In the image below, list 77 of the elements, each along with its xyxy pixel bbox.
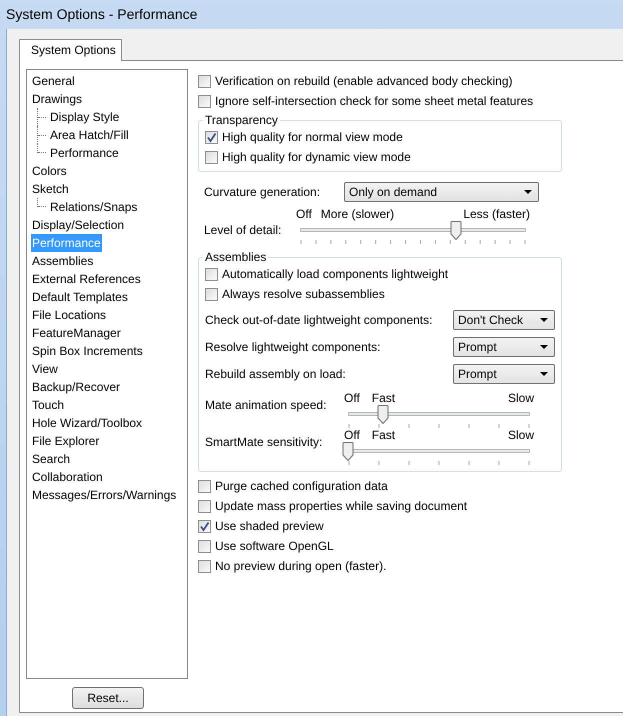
scale-label: Off (344, 391, 360, 405)
tree-item[interactable]: View (31, 360, 59, 378)
slider-thumb[interactable] (377, 405, 388, 424)
tree-item[interactable]: Messages/Errors/Warnings (31, 486, 178, 504)
field-label: Level of detail: (204, 222, 282, 239)
checkbox[interactable] (205, 268, 218, 280)
tree-item[interactable]: Search (31, 450, 72, 468)
scale-label: Fast (372, 391, 396, 405)
scale-label: Off (344, 428, 360, 442)
scale-label: Slow (508, 428, 534, 442)
caret-icon (540, 372, 548, 376)
checkbox-label[interactable]: Purge cached configuration data (215, 477, 388, 495)
tree-item[interactable]: Default Templates (31, 288, 129, 306)
checkbox-label[interactable]: Always resolve subassemblies (222, 285, 385, 303)
tree-item[interactable]: External References (31, 270, 142, 288)
tree-item[interactable]: Display Style (49, 108, 120, 126)
tree-item[interactable]: Assemblies (31, 252, 94, 270)
reset-button[interactable]: Reset... (72, 687, 144, 709)
checkbox[interactable] (198, 500, 211, 512)
tree-item[interactable]: Hole Wizard/Toolbox (31, 414, 144, 432)
checkbox-label[interactable]: Verification on rebuild (enable advanced body checking) (215, 72, 513, 90)
checkbox-label[interactable]: Ignore self-intersection check for some sheet metal features (215, 92, 534, 110)
tree-item[interactable]: Relations/Snaps (49, 198, 138, 216)
window-title: System Options - Performance (5, 5, 198, 24)
tree-item[interactable]: File Explorer (31, 432, 100, 450)
checkbox-label[interactable]: No preview during open (faster). (215, 557, 386, 575)
tree-item[interactable]: Backup/Recover (31, 378, 122, 396)
caret-icon (540, 318, 548, 322)
checkbox-label[interactable]: Update mass properties while saving document (215, 497, 468, 515)
slider-thumb[interactable] (342, 442, 354, 461)
checkbox-label[interactable]: High quality for normal view mode (222, 128, 403, 146)
checkbox-label[interactable]: Use shaded preview (215, 517, 324, 535)
checkbox[interactable] (198, 94, 211, 108)
checkbox[interactable] (198, 520, 211, 532)
field-label: Mate animation speed: (205, 397, 328, 414)
checkbox[interactable] (198, 74, 211, 88)
checkbox-label[interactable]: High quality for dynamic view mode (222, 148, 411, 166)
checkbox[interactable] (198, 560, 211, 572)
scale-label: More (slower) (320, 207, 394, 221)
group-title: Assemblies (204, 250, 268, 264)
caret-icon (540, 345, 548, 349)
tree-item[interactable]: File Locations (31, 306, 108, 324)
checkbox[interactable] (205, 288, 218, 300)
caret-icon (524, 190, 532, 194)
checkbox-label[interactable]: Use software OpenGL (215, 537, 334, 555)
checkbox[interactable] (205, 150, 218, 164)
dropdown[interactable]: Only on demand (344, 182, 539, 202)
tree-item[interactable]: General (31, 72, 76, 90)
field-label: Rebuild assembly on load: (205, 366, 346, 383)
tree-item[interactable]: Collaboration (31, 468, 104, 486)
checkbox[interactable] (198, 540, 211, 552)
tree-item[interactable]: Drawings (31, 90, 84, 108)
dropdown[interactable]: Prompt (453, 337, 555, 357)
dropdown[interactable]: Don't Check (453, 310, 555, 330)
tree-item[interactable]: Spin Box Increments (31, 342, 144, 360)
field-label: Resolve lightweight components: (205, 339, 380, 356)
scale-label: Off (296, 207, 312, 221)
scale-label: Slow (508, 391, 534, 405)
scale-label: Fast (372, 428, 396, 442)
scale-label: Less (faster) (463, 207, 530, 221)
tree-item[interactable]: Performance (49, 144, 120, 162)
tree-item[interactable]: Colors (31, 162, 68, 180)
tree-item[interactable]: Sketch (31, 180, 70, 198)
slider-thumb[interactable] (450, 221, 462, 240)
dropdown[interactable]: Prompt (453, 364, 555, 384)
group-title: Transparency (204, 113, 279, 127)
tree-item[interactable]: FeatureManager (31, 324, 122, 342)
field-label: SmartMate sensitivity: (205, 434, 324, 451)
field-label: Curvature generation: (204, 184, 322, 201)
tab[interactable]: System Options (19, 39, 122, 61)
field-label: Check out-of-date lightweight components: (205, 312, 432, 329)
tree-item[interactable]: Area Hatch/Fill (49, 126, 130, 144)
tree-item[interactable]: Display/Selection (31, 216, 126, 234)
checkbox[interactable] (198, 480, 211, 492)
tree-item[interactable]: Touch (31, 396, 66, 414)
checkbox-label[interactable]: Automatically load components lightweight (222, 265, 448, 283)
checkbox[interactable] (205, 130, 218, 144)
